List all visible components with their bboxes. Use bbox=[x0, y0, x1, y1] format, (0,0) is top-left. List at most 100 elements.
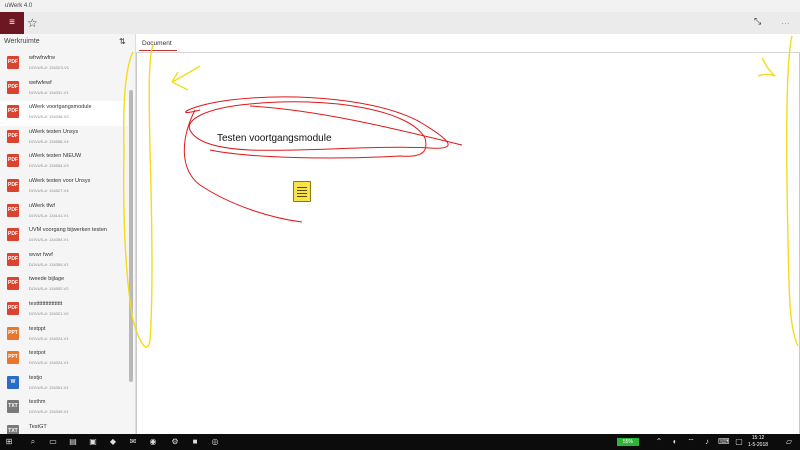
sort-icon[interactable]: ⇅ bbox=[119, 34, 126, 50]
task-view-icon[interactable]: ▭ bbox=[48, 437, 58, 447]
document-id: DOVUS-#: 1343X3-V1 bbox=[29, 65, 70, 70]
document-id: DOVUS-#: 134527-V4 bbox=[29, 187, 69, 193]
document-name: tweede bijlage bbox=[29, 276, 65, 283]
list-item[interactable]: PPT testppt DOVUS-#: 134324-V1 bbox=[0, 323, 128, 348]
list-item[interactable]: PDF UVM voorgang bijwerken testen DOVUS-#:… bbox=[0, 224, 128, 249]
document-name: UVM voorgang bijwerken testen bbox=[29, 227, 107, 234]
pdf-file-icon: PDF bbox=[7, 56, 19, 69]
keyboard-icon[interactable]: ⌨ bbox=[718, 437, 730, 447]
window-title: uWerk 4.0 bbox=[5, 3, 33, 9]
list-item[interactable]: PDF wvwr fwvf DOVUS-#: 134359-V1 bbox=[0, 249, 128, 274]
taskbar-clock[interactable]: 15:12 1-5-2018 bbox=[748, 435, 768, 449]
uwerk-taskbar-icon[interactable]: ■ bbox=[190, 437, 200, 447]
document-id: DOVUS-#: 134321-V2 bbox=[29, 310, 69, 316]
pdf-file-icon: PDF bbox=[7, 301, 19, 315]
workspace-sidebar: Werkruimte ⇅ PDF wfrwfrwfrw DOVUS-#: 1343X… bbox=[0, 34, 136, 439]
document-name: TestGT bbox=[29, 423, 47, 430]
list-item[interactable]: PPT testpot DOVUS-#: 134324-V1 bbox=[0, 347, 128, 372]
ppt-file-icon: PPT bbox=[7, 326, 19, 340]
document-name: wvwr fwvf bbox=[29, 251, 53, 258]
volume-icon[interactable]: ♪ bbox=[702, 437, 712, 447]
document-id: DOVUS-#: 134552-V2 bbox=[29, 286, 69, 292]
list-item[interactable]: PDF uWerk voortgangsmodule DOVUS-#: 134336… bbox=[0, 101, 128, 126]
pdf-file-icon: PDF bbox=[7, 80, 19, 94]
document-id: DOVUS-#: 134331-V1 bbox=[29, 89, 69, 95]
sidebar-scrollbar[interactable] bbox=[129, 90, 133, 382]
pdf-file-icon: PDF bbox=[7, 277, 19, 291]
windows-taskbar: ⊞ ⌕ ▭ ▤ ▣ ◆ ✉ ◉ ⚙ ■ ◎ 55% ⌃ ◐ ⌔ ♪ ⌨ ▢ 15… bbox=[0, 434, 800, 450]
pdf-file-icon: PDF bbox=[7, 252, 19, 266]
settings-icon[interactable]: ⚙ bbox=[170, 437, 180, 447]
skype-icon[interactable]: ◉ bbox=[148, 437, 158, 447]
battery-indicator[interactable]: 55% bbox=[617, 438, 639, 446]
more-icon[interactable]: … bbox=[781, 16, 790, 26]
document-id: DOVUS-#: 134141-V1 bbox=[29, 212, 69, 218]
document-name: uWerk tfwf bbox=[29, 202, 55, 209]
sidebar-title: Werkruimte bbox=[4, 38, 40, 45]
document-id: DOVUS-#: 134554-V3 bbox=[29, 163, 69, 169]
list-item[interactable]: PDF tweede bijlage DOVUS-#: 134552-V2 bbox=[0, 273, 128, 298]
search-icon[interactable]: ⌕ bbox=[28, 437, 38, 447]
list-item[interactable]: PDF wfrwfrwfrw DOVUS-#: 1343X3-V1 bbox=[0, 52, 128, 77]
annotation-text: Testen voortgangsmodule bbox=[217, 133, 332, 144]
document-id: DOVUS-#: 134354-V1 bbox=[29, 237, 69, 243]
document-name: uWerk testen NIEUW bbox=[29, 153, 82, 160]
list-item[interactable]: PDF wefwfewf DOVUS-#: 134331-V1 bbox=[0, 77, 128, 102]
chevron-up-icon[interactable]: ⌃ bbox=[654, 437, 664, 447]
clock-date: 1-5-2018 bbox=[748, 442, 769, 448]
action-center-icon[interactable]: ▢ bbox=[734, 437, 744, 447]
app-icon[interactable]: ◆ bbox=[108, 437, 118, 447]
document-name: testpot bbox=[29, 350, 46, 357]
list-item[interactable]: PDF uWerk tfwf DOVUS-#: 134141-V1 bbox=[0, 200, 128, 225]
pdf-file-icon: PDF bbox=[7, 203, 19, 217]
browser-icon[interactable]: ◎ bbox=[210, 437, 220, 447]
list-item[interactable]: PDF uWerk testen Unsys DOVUS-#: 134558-V4 bbox=[0, 126, 128, 151]
list-item[interactable]: PDF uWerk testen NIEUW DOVUS-#: 134554-V3 bbox=[0, 150, 128, 175]
tab-active-indicator bbox=[139, 50, 177, 51]
document-list: PDF wfrwfrwfrw DOVUS-#: 1343X3-V1 PDF wefwfe… bbox=[0, 52, 128, 446]
txt-file-icon: TXT bbox=[7, 400, 19, 414]
document-name: wefwfewf bbox=[29, 79, 52, 86]
network-icon[interactable]: ◐ bbox=[670, 437, 680, 447]
hamburger-icon[interactable]: ≡ bbox=[0, 12, 24, 34]
list-item[interactable]: TXT testhm DOVUS-#: 134349-V1 bbox=[0, 396, 128, 421]
sidebar-header: Werkruimte ⇅ bbox=[0, 34, 135, 50]
sticky-note-icon[interactable] bbox=[293, 181, 311, 202]
ppt-file-icon: PPT bbox=[7, 351, 19, 365]
document-name: uWerk testen voor Unsys bbox=[29, 177, 91, 184]
star-icon[interactable]: ☆ bbox=[27, 15, 41, 31]
document-name: wfrwfrwfrw bbox=[29, 55, 55, 61]
word-file-icon: W bbox=[7, 375, 19, 389]
file-explorer-icon[interactable]: ▤ bbox=[68, 437, 78, 447]
mail-icon[interactable]: ✉ bbox=[128, 437, 138, 447]
list-item[interactable]: Wtestjo DOVUS-#: 134351-V1 bbox=[0, 372, 128, 397]
pdf-file-icon: PDF bbox=[7, 129, 19, 143]
document-id: DOVUS-#: 134558-V4 bbox=[29, 138, 69, 144]
document-name: testjo bbox=[29, 374, 43, 381]
expand-icon[interactable]: ⤡ bbox=[754, 16, 761, 27]
document-id: DOVUS-#: 134359-V1 bbox=[29, 261, 69, 267]
store-icon[interactable]: ▣ bbox=[88, 437, 98, 447]
pdf-file-icon: PDF bbox=[7, 154, 19, 168]
start-icon[interactable]: ⊞ bbox=[4, 437, 14, 447]
window-titlebar: uWerk 4.0 bbox=[0, 0, 800, 12]
tab-document[interactable]: Document bbox=[142, 40, 172, 47]
document-name: uWerk voortgangsmodule bbox=[29, 104, 92, 111]
document-canvas[interactable] bbox=[136, 53, 800, 434]
list-item[interactable]: PDF uWerk testen voor Unsys DOVUS-#: 13452… bbox=[0, 175, 128, 200]
document-id: DOVUS-#: 134324-V1 bbox=[29, 335, 69, 341]
pdf-file-icon: PDF bbox=[7, 178, 19, 192]
notification-icon[interactable]: ▱ bbox=[784, 437, 794, 447]
list-item[interactable]: PDF testtttttttttttttttt DOVUS-#: 134321-V… bbox=[0, 298, 128, 323]
document-name: testhm bbox=[29, 399, 46, 406]
document-panel: Document bbox=[136, 34, 800, 434]
document-id: DOVUS-#: 134349-V1 bbox=[29, 409, 69, 415]
document-id: DOVUS-#: 134351-V1 bbox=[29, 384, 69, 390]
app-toolbar: ≡ ☆ ⤡ … bbox=[0, 12, 800, 34]
pdf-file-icon: PDF bbox=[7, 105, 19, 119]
document-name: uWerk testen Unsys bbox=[29, 128, 79, 135]
document-name: testppt bbox=[29, 325, 46, 332]
wifi-icon[interactable]: ⌔ bbox=[686, 437, 696, 447]
document-id: DOVUS-#: 134324-V1 bbox=[29, 360, 69, 366]
pdf-file-icon: PDF bbox=[7, 228, 19, 242]
